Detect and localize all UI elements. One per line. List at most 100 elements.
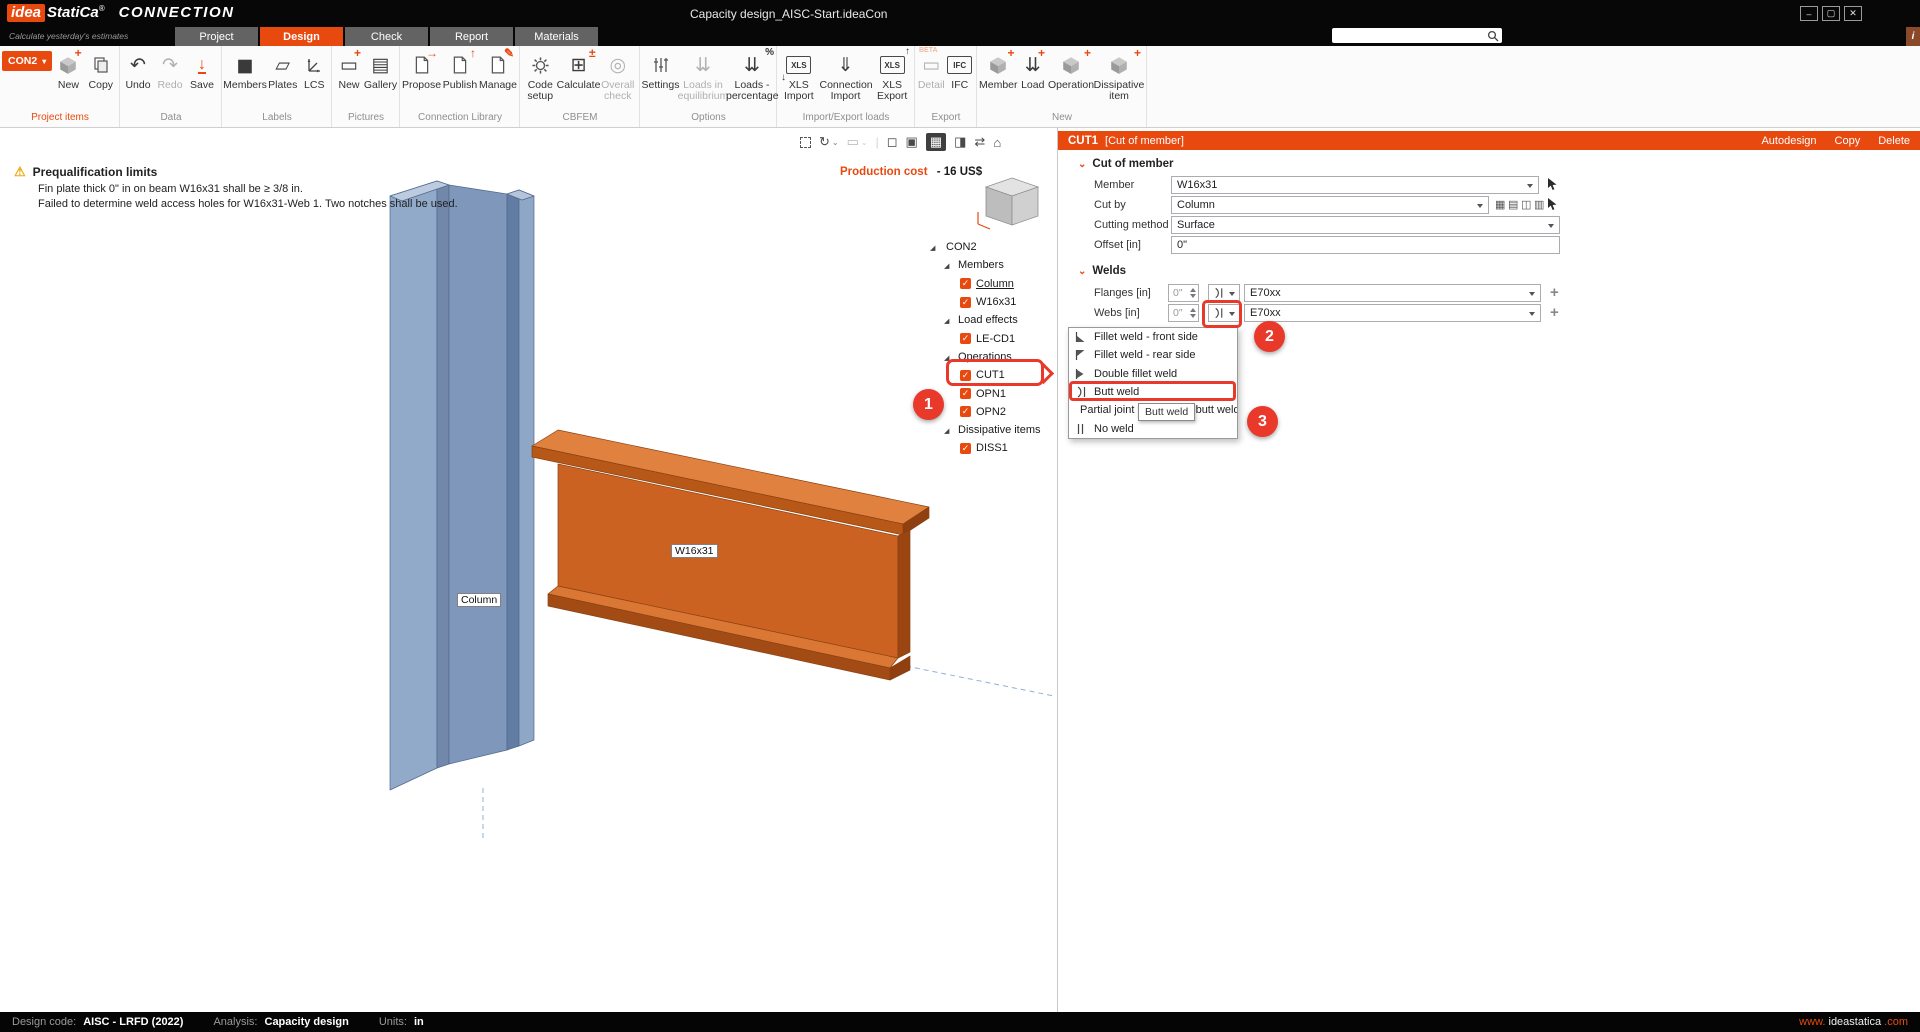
stepper-arrows[interactable] [1190,288,1196,298]
website-link[interactable]: www. ideastatica .com [1799,1016,1908,1028]
flanges-add-button[interactable]: + [1550,284,1559,301]
xls-export-button[interactable]: XLS ↑ XLS Export [872,48,912,102]
flanges-size-stepper[interactable]: 0" [1168,284,1199,302]
tree-expander-icon[interactable]: ◢ [944,354,949,362]
save-button[interactable]: ↓ Save [186,48,218,91]
flanges-electrode-dropdown[interactable]: E70xx [1244,284,1541,302]
new-operation-button[interactable]: + Operation [1048,48,1094,91]
flanges-weld-type-dropdown[interactable] [1208,284,1240,302]
tree-node-members[interactable]: ◢ Members [920,256,1057,274]
code-setup-button[interactable]: Code setup [522,48,559,102]
tree-item-le-cd1[interactable]: ✓ LE-CD1 [920,329,1057,347]
offset-input[interactable]: 0" [1171,236,1560,254]
checked-checkbox[interactable]: ✓ [960,297,971,308]
new-member-icon: + [979,50,1018,80]
publish-button[interactable]: ↑ Publish [441,48,479,91]
xls-import-button[interactable]: XLS ↓ XLS Import [779,48,819,102]
checked-checkbox[interactable]: ✓ [960,278,971,289]
home-view-icon[interactable]: ⌂ [993,135,1001,150]
pick-member-cursor-icon[interactable] [1547,177,1558,194]
maximize-button[interactable]: ▢ [1822,6,1840,21]
settings-button[interactable]: Settings [642,48,679,91]
shaded-view-icon[interactable]: ▦ [926,133,946,151]
checked-checkbox[interactable]: ✓ [960,388,971,399]
tree-node-con2[interactable]: ◢ CON2 [920,238,1057,256]
tab-design[interactable]: Design [260,27,343,46]
checked-checkbox[interactable]: ✓ [960,406,971,417]
connection-selector[interactable]: CON2 ▾ [2,51,52,71]
webs-add-button[interactable]: + [1550,304,1559,321]
tree-expander-icon[interactable]: ◢ [930,244,935,252]
ifc-export-button[interactable]: IFC IFC [946,48,975,91]
new-project-item-button[interactable]: + New [52,48,84,91]
selection-mode-icon[interactable]: ▭⌄ [847,134,868,150]
rotate-view-icon[interactable]: ↻⌄ [819,134,839,150]
tree-node-load-effects[interactable]: ◢ Load effects [920,311,1057,329]
connection-import-button[interactable]: ⇓ Connection Import [819,48,873,102]
info-button[interactable]: i [1906,27,1920,46]
tree-node-operations[interactable]: ◢ Operations [920,348,1057,366]
solid-view-icon[interactable]: ▣ [906,134,918,150]
delete-operation-button[interactable]: Delete [1878,135,1910,147]
redo-button[interactable]: ↷ Redo [154,48,186,91]
autodesign-button[interactable]: Autodesign [1761,135,1816,147]
tab-project[interactable]: Project [175,27,258,46]
grid-icon[interactable]: ▥ [1534,198,1544,211]
checked-checkbox[interactable]: ✓ [960,333,971,344]
tab-materials[interactable]: Materials [515,27,598,46]
tab-report[interactable]: Report [430,27,513,46]
new-load-button[interactable]: ⇊+ Load [1018,48,1048,91]
cutting-method-dropdown[interactable]: Surface [1171,216,1560,234]
tree-item-cut1[interactable]: ✓ CUT1 [920,366,1057,384]
tree-expander-icon[interactable]: ◢ [944,262,949,270]
undo-button[interactable]: ↶ Undo [122,48,154,91]
tab-check[interactable]: Check [345,27,428,46]
layers-icon[interactable]: ◫ [1521,198,1531,211]
propose-button[interactable]: → Propose [402,48,441,91]
overall-check-button[interactable]: ◎ Overall check [599,48,637,102]
search-input[interactable] [1335,30,1487,42]
scene-pick-icon[interactable]: ▦ [1495,198,1505,211]
member-dropdown[interactable]: W16x31 [1171,176,1539,194]
webs-size-stepper[interactable]: 0" [1168,304,1199,322]
table-icon[interactable]: ▤ [1508,198,1518,211]
labels-members-button[interactable]: ◼ Members [224,48,266,91]
swap-view-icon[interactable]: ⇄ [974,134,985,150]
close-button[interactable]: ✕ [1844,6,1862,21]
gallery-button[interactable]: ▤ Gallery [364,48,397,91]
labels-lcs-button[interactable]: LCS [299,48,329,91]
stepper-arrows[interactable] [1190,308,1196,318]
menu-item-fillet-rear[interactable]: Fillet weld - rear side [1069,346,1237,364]
pick-cut-by-cursor-icon[interactable] [1547,197,1558,214]
zoom-fit-icon[interactable] [800,137,811,148]
checked-checkbox[interactable]: ✓ [960,370,971,381]
tree-expander-icon[interactable]: ◢ [944,427,949,435]
menu-item-no-weld[interactable]: No weld [1069,419,1237,437]
menu-item-butt-weld[interactable]: Butt weld [1069,383,1237,401]
detail-export-button[interactable]: ▭BETA Detail [917,48,946,91]
cut-by-dropdown[interactable]: Column [1171,196,1489,214]
tree-node-dissipative-items[interactable]: ◢ Dissipative items [920,421,1057,439]
copy-item-button[interactable]: Copy [85,48,117,91]
manage-button[interactable]: ✎ Manage [479,48,517,91]
webs-weld-type-dropdown[interactable] [1208,304,1240,322]
tree-item-column[interactable]: ✓ Column [920,275,1057,293]
menu-item-fillet-front[interactable]: Fillet weld - front side [1069,328,1237,346]
loads-percentage-button[interactable]: ⇊% Loads - percentage [727,48,777,102]
checked-checkbox[interactable]: ✓ [960,443,971,454]
labels-plates-button[interactable]: ▱ Plates [266,48,299,91]
picture-new-button[interactable]: ▭+ New [334,48,364,91]
new-dissipative-item-button[interactable]: + Dissipative item [1094,48,1144,102]
webs-electrode-dropdown[interactable]: E70xx [1244,304,1541,322]
calculate-button[interactable]: ⊞± Calculate [559,48,599,91]
loads-equilibrium-button[interactable]: ⇊ Loads in equilibrium [679,48,727,102]
tree-item-diss1[interactable]: ✓ DISS1 [920,439,1057,457]
transparent-view-icon[interactable]: ◨ [954,134,966,150]
tree-expander-icon[interactable]: ◢ [944,317,949,325]
minimize-button[interactable]: – [1800,6,1818,21]
tree-item-w16x31[interactable]: ✓ W16x31 [920,293,1057,311]
menu-item-double-fillet[interactable]: Double fillet weld [1069,365,1237,383]
wireframe-view-icon[interactable]: ◻ [887,134,898,150]
new-member-button[interactable]: + Member [979,48,1018,91]
copy-operation-button[interactable]: Copy [1835,135,1861,147]
